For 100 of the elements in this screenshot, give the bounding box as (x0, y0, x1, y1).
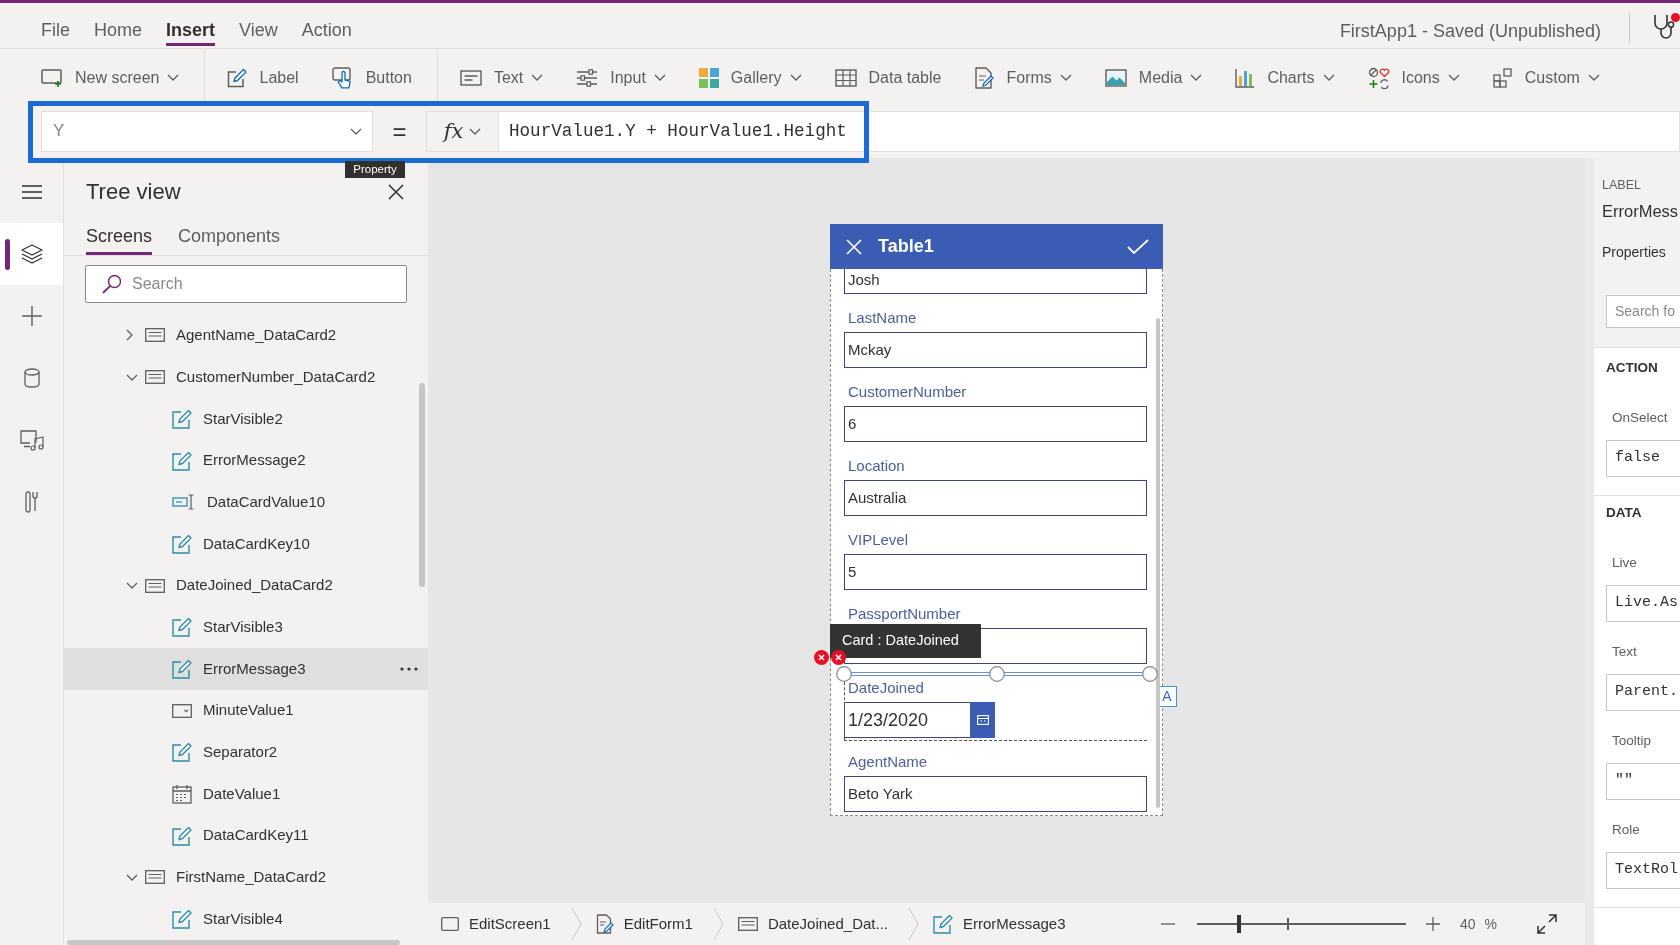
edit-icon (172, 909, 192, 930)
toolbar-button[interactable]: Charts (1235, 67, 1335, 88)
toolbar-button[interactable]: New screen (41, 67, 180, 88)
checkmark-icon[interactable] (1127, 238, 1149, 255)
card-icon (737, 917, 758, 931)
property-input[interactable]: Parent. (1606, 674, 1680, 711)
formula-input[interactable]: HourValue1.Y + HourValue1.Height (499, 111, 1680, 152)
app-title: FirstApp1 - Saved (Unpublished) (1339, 20, 1601, 43)
breadcrumb-item[interactable]: EditForm1 (595, 914, 693, 934)
chevron-down-icon[interactable] (126, 582, 138, 590)
toolbar-button[interactable]: Gallery (698, 67, 802, 88)
chevron-down-icon (350, 128, 362, 135)
search-icon (102, 273, 122, 294)
zoom-unit: % (1484, 914, 1497, 934)
toolbar-button[interactable]: Data table (834, 67, 942, 88)
tree-item[interactable]: FirstName_DataCard2 (64, 856, 428, 899)
tree-item[interactable]: AgentName_DataCard2 (64, 314, 428, 357)
property-dropdown[interactable]: Y (41, 111, 373, 152)
tree-item[interactable]: DataCardKey10 (64, 523, 428, 565)
property-input[interactable]: TextRol (1606, 852, 1680, 889)
toolbar-button[interactable]: Input (576, 67, 666, 88)
property-name: Role (1612, 821, 1641, 839)
toolbar-button[interactable]: Text (459, 67, 544, 88)
tree-item[interactable]: StarVisible3 (64, 606, 428, 649)
tree-item[interactable]: StarVisible2 (64, 397, 428, 440)
tree-item[interactable]: CustomerNumber_DataCard2 (64, 356, 428, 398)
field-label: VIPLevel (847, 530, 910, 550)
edit-icon (172, 408, 192, 429)
property-input[interactable]: Live.As (1606, 585, 1680, 622)
screen-icon (441, 917, 459, 931)
tree-item[interactable]: ErrorMessage3 (64, 648, 428, 690)
tree-item[interactable]: StarVisible4 (64, 898, 428, 940)
menu-tab[interactable]: Insert (166, 18, 216, 46)
text-field[interactable]: Beto Yark (844, 776, 1147, 812)
minus-icon[interactable] (1160, 923, 1175, 925)
properties-tab[interactable]: Properties (1602, 242, 1680, 262)
search-field[interactable]: Search fo (1606, 295, 1680, 328)
tree-item[interactable]: DataCardKey11 (64, 814, 428, 857)
edit-icon (172, 658, 192, 679)
property-tooltip: Property (345, 161, 405, 178)
tree-item[interactable]: MinuteValue1 (64, 689, 428, 732)
chevron-down-icon[interactable] (126, 873, 138, 881)
breadcrumb-item[interactable]: DateJoined_Dat... (737, 915, 888, 933)
sliders-icon (576, 68, 599, 87)
plus-icon[interactable] (1425, 917, 1440, 931)
search-field[interactable]: Search (85, 264, 407, 303)
toolbar-button[interactable]: Button (331, 66, 412, 89)
chevron-right-icon[interactable] (126, 329, 133, 342)
stethoscope-icon[interactable] (1652, 13, 1680, 41)
card-icon (145, 328, 165, 343)
expand-icon[interactable] (1537, 914, 1557, 934)
property-name: Tooltip (1612, 732, 1653, 750)
function-button[interactable]: fx (426, 111, 499, 152)
section-title: DATA (1606, 504, 1643, 522)
field-label: Location (847, 456, 906, 476)
close-button[interactable] (388, 184, 404, 200)
bar-chart-icon (1235, 67, 1256, 88)
calendar-button[interactable] (970, 702, 995, 738)
menu-tab[interactable]: File (41, 18, 70, 46)
menu-tab[interactable]: Action (301, 18, 352, 46)
property-input[interactable]: false (1606, 440, 1680, 477)
scrollbar-thumb[interactable] (419, 383, 425, 587)
toolbar-button[interactable]: Forms (974, 66, 1072, 89)
chevron-down-icon[interactable] (126, 373, 138, 381)
resize-handle[interactable] (1142, 666, 1158, 682)
toolbar-button[interactable]: Label (227, 67, 299, 88)
breadcrumb-item[interactable]: ErrorMessage3 (933, 914, 1066, 934)
more-button[interactable] (400, 667, 418, 672)
edit-icon (172, 450, 192, 471)
toolbar-button[interactable]: Custom (1492, 67, 1600, 88)
rail-button[interactable] (0, 223, 63, 285)
text-field[interactable]: Australia (844, 480, 1147, 516)
hand-pointer-icon (331, 66, 354, 89)
chevron-down-icon (1190, 74, 1203, 81)
edit-icon (172, 617, 192, 638)
close-icon[interactable] (846, 238, 862, 255)
tree-item[interactable]: Separator2 (64, 731, 428, 774)
panel-tab[interactable]: Screens (86, 226, 153, 255)
chevron-icon (712, 907, 724, 941)
text-field[interactable]: 6 (844, 406, 1147, 442)
menu-tab[interactable]: Home (94, 18, 143, 46)
slider-thumb[interactable] (1236, 915, 1241, 933)
tree-item[interactable]: DateJoined_DataCard2 (64, 564, 428, 607)
toolbar-button[interactable]: Icons (1367, 66, 1460, 89)
menu-tab[interactable]: View (239, 18, 278, 46)
chevron-down-icon (531, 74, 544, 81)
text-field[interactable]: Josh (844, 269, 1147, 294)
toolbar-button[interactable]: Media (1104, 67, 1203, 88)
property-input[interactable]: "" (1606, 763, 1680, 800)
tree-item[interactable]: DataCardValue10 (64, 481, 428, 524)
scrollbar-thumb[interactable] (1156, 318, 1160, 808)
resize-handle[interactable] (989, 666, 1005, 682)
resize-handle[interactable] (836, 666, 852, 682)
tree-item[interactable]: DateValue1 (64, 773, 428, 815)
breadcrumb-item[interactable]: EditScreen1 (441, 915, 551, 933)
panel-tab[interactable]: Components (178, 226, 281, 255)
tree-item[interactable]: ErrorMessage2 (64, 439, 428, 482)
text-field[interactable]: Mckay (844, 332, 1147, 368)
text-field[interactable]: 5 (844, 554, 1147, 590)
scrollbar-thumb[interactable] (67, 940, 400, 945)
